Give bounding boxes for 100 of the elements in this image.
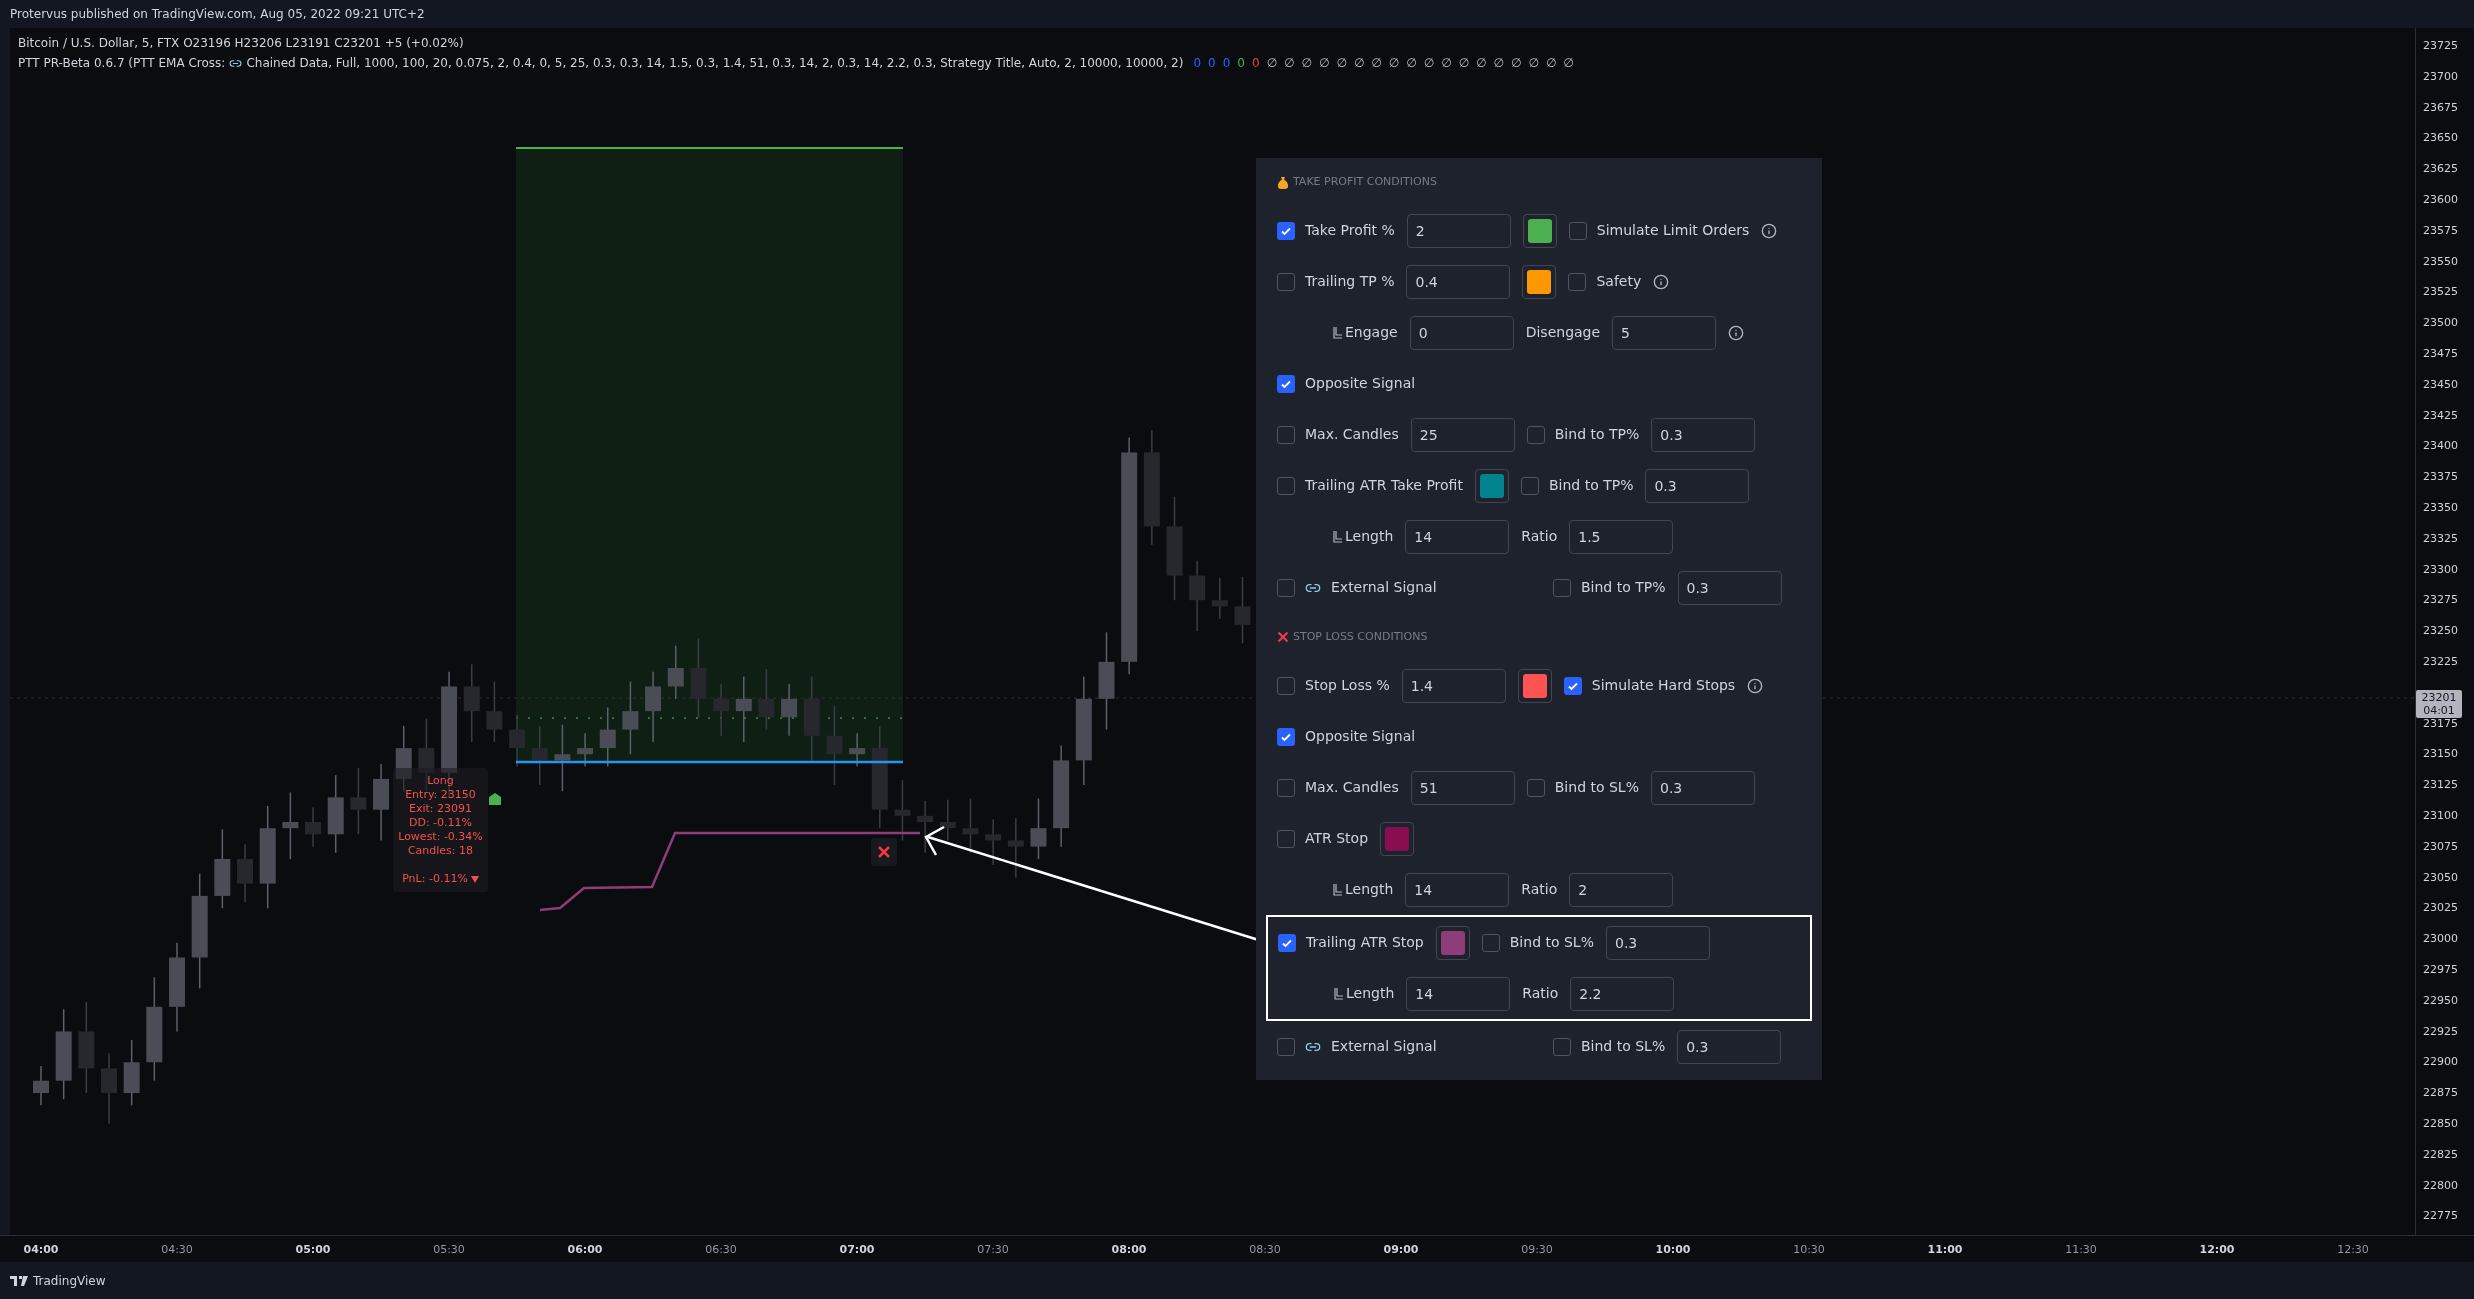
checkbox[interactable] — [1277, 676, 1295, 695]
info-icon[interactable] — [1761, 222, 1778, 239]
input-field[interactable]: 5 — [1612, 315, 1717, 350]
time-tick: 07:00 — [838, 1242, 876, 1258]
info-icon[interactable] — [1728, 324, 1745, 341]
price-tick: 23100 — [2423, 810, 2458, 822]
checkbox[interactable] — [1277, 1037, 1295, 1056]
input-field[interactable]: 1.5 — [1569, 519, 1674, 554]
plot-value: 0 — [1193, 55, 1202, 72]
checkbox-label: External Signal — [1331, 578, 1437, 597]
checkbox[interactable] — [1568, 221, 1587, 240]
checkbox[interactable] — [1277, 727, 1295, 746]
checkbox[interactable] — [1568, 272, 1587, 291]
plot-value: ∅ — [1266, 55, 1278, 72]
input-field[interactable]: 14 — [1405, 872, 1510, 907]
info-icon[interactable] — [1653, 273, 1670, 290]
price-tick: 22775 — [2423, 1210, 2458, 1223]
checkbox[interactable] — [1553, 1037, 1571, 1056]
input-field[interactable]: 51 — [1410, 770, 1515, 805]
input-field[interactable]: 1.4 — [1401, 668, 1506, 703]
price-tick: 23650 — [2423, 132, 2458, 145]
checkbox[interactable] — [1563, 676, 1582, 695]
section-title: TAKE PROFIT CONDITIONS — [1293, 173, 1437, 190]
plot-value: 0 — [1208, 55, 1216, 72]
time-tick: 08:00 — [1110, 1242, 1148, 1258]
checkbox-label: Simulate Limit Orders — [1596, 221, 1750, 240]
checkbox[interactable] — [1520, 476, 1539, 495]
price-tick: 22975 — [2423, 964, 2458, 976]
trade-label-line: Exit: 23091 — [409, 802, 472, 816]
checkbox[interactable] — [1526, 778, 1545, 797]
publisher-line: Protervus published on TradingView.com, Aug 05, 2022 09:21 UTC+2 — [10, 6, 425, 23]
down-triangle-icon — [470, 875, 479, 883]
plot-value: ∅ — [1319, 55, 1330, 72]
checkbox[interactable] — [1277, 578, 1295, 597]
time-tick: 05:30 — [432, 1242, 466, 1258]
input-field[interactable]: 14 — [1406, 976, 1511, 1011]
candle — [350, 767, 367, 836]
price-tick: 23250 — [2423, 625, 2458, 638]
candle — [1189, 560, 1206, 632]
candle — [735, 675, 752, 743]
checkbox[interactable] — [1277, 272, 1295, 291]
candle — [758, 668, 775, 731]
checkbox[interactable] — [1553, 578, 1571, 597]
checkbox[interactable] — [1278, 933, 1296, 952]
info-icon[interactable] — [1747, 677, 1764, 694]
checkbox-label: Stop Loss % — [1305, 676, 1390, 695]
input-field[interactable]: 0.3 — [1650, 770, 1755, 805]
price-tick: 23325 — [2423, 532, 2458, 545]
trade-label-line: Candles: 18 — [407, 844, 474, 858]
price-tick: 23525 — [2423, 286, 2458, 299]
field-label: Length — [1345, 527, 1394, 546]
candle — [1030, 797, 1047, 860]
field-label: Length — [1346, 984, 1395, 1003]
price-tick: 22825 — [2423, 1148, 2458, 1161]
candle — [395, 725, 412, 792]
input-field[interactable]: 2 — [1569, 872, 1674, 907]
candle — [713, 683, 730, 737]
checkbox[interactable] — [1277, 476, 1295, 495]
checkbox[interactable] — [1277, 778, 1295, 797]
input-field[interactable]: 0.3 — [1605, 925, 1710, 960]
time-tick: 06:30 — [704, 1242, 738, 1258]
plot-value: ∅ — [1388, 55, 1400, 72]
time-tick: 09:00 — [1382, 1242, 1420, 1258]
input-field[interactable]: 0 — [1409, 315, 1514, 350]
input-field[interactable]: 0.3 — [1677, 570, 1782, 605]
checkbox[interactable] — [1277, 425, 1295, 444]
field-label: Disengage — [1525, 323, 1601, 342]
indicator-params: Chained Data, Full, 1000, 100, 20, 0.075, 2, 0.4, 0, 5, 25, 0.3, 0.3, 14, 1.5, 0.3, 1.4, 51, 0.3, 14, 2, 0.3, 14, 2.2, 0.3, Strategy Title, Auto, 2, 10000, 10000, 2) — [246, 55, 1184, 72]
price-tick: 22800 — [2423, 1179, 2458, 1192]
field-label: Ratio — [1521, 527, 1558, 546]
candle — [531, 725, 548, 786]
input-field[interactable]: 0.3 — [1677, 1029, 1782, 1064]
close-icon — [877, 845, 891, 859]
checkbox[interactable] — [1277, 829, 1295, 848]
checkbox-label: Opposite Signal — [1305, 374, 1416, 393]
checkbox[interactable] — [1277, 221, 1295, 240]
input-field[interactable]: 2 — [1406, 213, 1511, 248]
trade-label-line: Long — [427, 774, 454, 788]
input-field[interactable]: 14 — [1405, 519, 1510, 554]
checkbox[interactable] — [1526, 425, 1545, 444]
candle — [305, 806, 322, 848]
candle — [781, 683, 798, 737]
time-tick: 04:00 — [22, 1242, 60, 1258]
price-tick: 22950 — [2423, 994, 2458, 1007]
corner-icon — [1333, 883, 1342, 896]
input-field[interactable]: 0.3 — [1645, 468, 1750, 503]
input-field[interactable]: 25 — [1410, 417, 1515, 452]
input-field[interactable]: 2.2 — [1570, 976, 1675, 1011]
candle — [123, 1039, 140, 1107]
plot-value: ∅ — [1406, 55, 1417, 72]
time-tick: 12:00 — [2198, 1242, 2236, 1258]
checkbox[interactable] — [1481, 933, 1500, 952]
price-tick: 23450 — [2423, 378, 2458, 391]
trade-pnl: PnL: -0.11% — [402, 872, 468, 886]
input-field[interactable]: 0.3 — [1651, 417, 1756, 452]
input-field[interactable]: 0.4 — [1406, 264, 1511, 299]
plot-value: 0 — [1222, 55, 1231, 72]
checkbox[interactable] — [1277, 374, 1295, 393]
time-tick: 09:30 — [1520, 1242, 1554, 1258]
plot-value: ∅ — [1545, 55, 1557, 72]
